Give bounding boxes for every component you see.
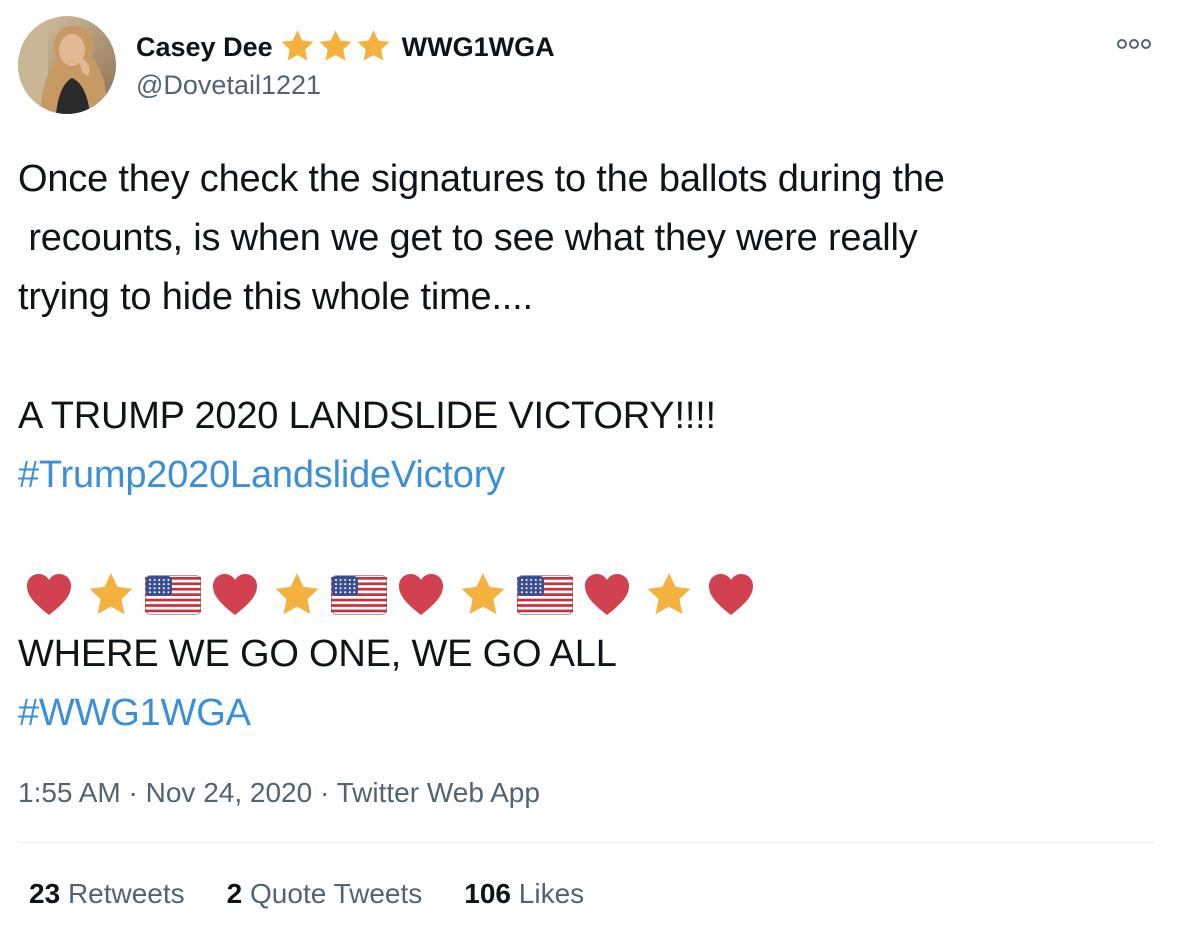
heart-emoji-icon: [18, 565, 80, 625]
tweet-line: trying to hide this whole time....: [18, 276, 533, 318]
name-suffix: WWG1WGA: [401, 31, 555, 62]
tweet-source[interactable]: Twitter Web App: [337, 777, 540, 808]
tweet-line: recounts, is when we get to see what the…: [18, 217, 918, 259]
retweets-stat[interactable]: 23 Retweets: [29, 874, 185, 914]
avatar[interactable]: [18, 16, 116, 114]
display-name: Casey Dee: [136, 31, 273, 62]
likes-label: Likes: [518, 878, 585, 909]
hashtag-link[interactable]: #WWG1WGA: [18, 684, 945, 743]
likes-count: 106: [464, 878, 511, 909]
tweet-time[interactable]: 1:55 AM: [18, 777, 121, 808]
meta-separator: ·: [319, 777, 330, 808]
hashtag-link[interactable]: #Trump2020LandslideVictory: [18, 446, 945, 505]
tweet-stats: 23 Retweets 2 Quote Tweets 106 Likes: [29, 874, 584, 914]
divider: [18, 842, 1154, 843]
heart-emoji-icon: [390, 565, 452, 625]
quote-tweets-label: Quote Tweets: [250, 878, 423, 909]
star-icon: [319, 30, 351, 61]
retweets-label: Retweets: [67, 878, 185, 909]
tweet-motto: WHERE WE GO ONE, WE GO ALL: [18, 633, 617, 675]
us-flag-emoji-icon: [142, 565, 204, 625]
more-options-button[interactable]: [1112, 30, 1156, 58]
author-name[interactable]: Casey Dee WWG1WGA: [136, 28, 555, 65]
tweet-date[interactable]: Nov 24, 2020: [146, 777, 313, 808]
tweet-line: Once they check the signatures to the ba…: [18, 158, 945, 200]
quote-tweets-count: 2: [226, 878, 243, 909]
star-emoji-icon: [266, 565, 328, 625]
star-icon: [357, 30, 389, 61]
star-emoji-icon: [80, 565, 142, 625]
star-icon: [281, 30, 313, 61]
quote-tweets-stat[interactable]: 2 Quote Tweets: [227, 874, 423, 914]
tweet: Casey Dee WWG1WGA @Dovetail1221 Once the…: [0, 0, 1182, 928]
us-flag-emoji-icon: [514, 565, 576, 625]
heart-emoji-icon: [700, 565, 762, 625]
meta-separator: ·: [128, 777, 138, 808]
tweet-text: Once they check the signatures to the ba…: [18, 150, 945, 743]
tweet-line: A TRUMP 2020 LANDSLIDE VICTORY!!!!: [18, 395, 716, 437]
emoji-row: [18, 565, 945, 625]
star-emoji-icon: [638, 565, 700, 625]
tweet-meta: 1:55 AM · Nov 24, 2020 · Twitter Web App: [18, 773, 540, 813]
name-stars: [279, 28, 392, 65]
retweets-count: 23: [29, 878, 61, 909]
heart-emoji-icon: [576, 565, 638, 625]
author-handle[interactable]: @Dovetail1221: [136, 68, 321, 102]
us-flag-emoji-icon: [328, 565, 390, 625]
star-emoji-icon: [452, 565, 514, 625]
heart-emoji-icon: [204, 565, 266, 625]
more-icon: [1117, 39, 1151, 49]
likes-stat[interactable]: 106 Likes: [464, 874, 584, 914]
